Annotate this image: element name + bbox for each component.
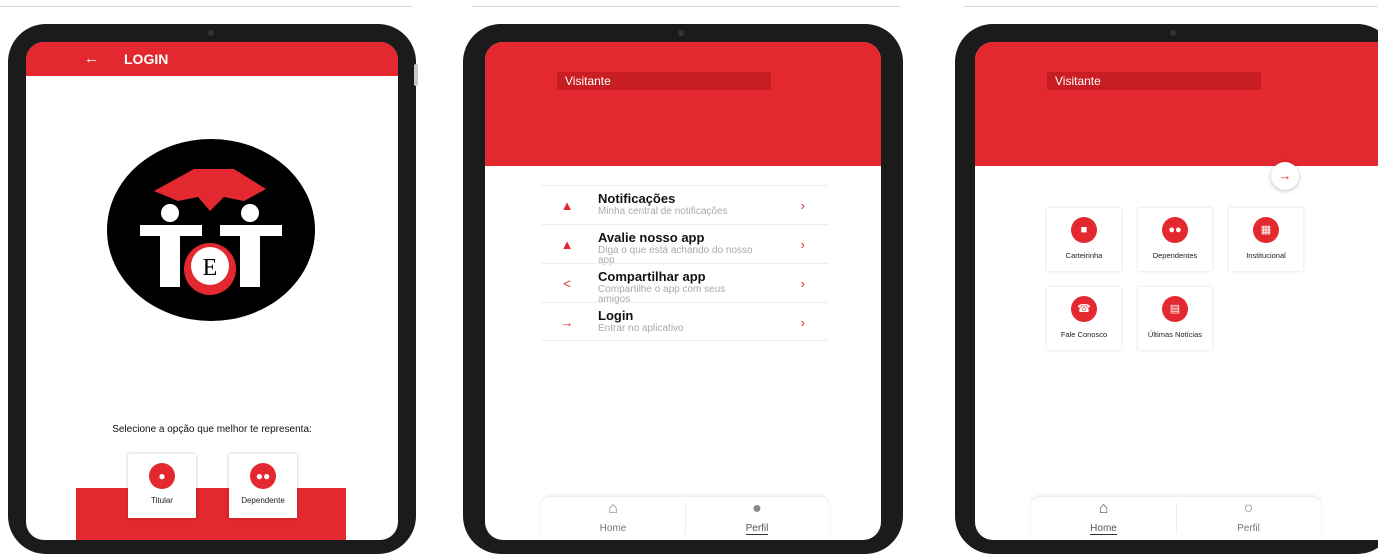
home-icon: ⌂ [608,500,618,517]
profile-screen: Visitante ▲ Notificações Minha central d… [485,42,881,540]
menu-item-title: Login [598,308,634,323]
decorative-band [76,488,346,540]
chevron-right-icon: › [800,237,805,252]
menu-item-title: Compartilhar app [598,269,706,284]
person-icon: ● [752,500,762,517]
tablet-login: ← LOGIN E Selecione a opção que melhor t… [8,24,416,554]
camera [678,30,684,36]
login-screen: ← LOGIN E Selecione a opção que melhor t… [26,42,398,540]
home-icon: ⌂ [1098,500,1109,517]
app-header: ← LOGIN [26,42,398,76]
login-icon: → [560,315,574,330]
menu-item-avalie[interactable]: ▲ Avalie nosso app Diga o que está achan… [541,224,829,266]
logo-letter: E [203,255,218,281]
nav-label: Perfil [1237,523,1260,534]
chevron-right-icon: › [800,315,805,330]
people-icon: ●● [1162,217,1188,243]
arrow-left-icon[interactable]: ← [84,50,99,67]
menu-item-notificacoes[interactable]: ▲ Notificações Minha central de notifica… [541,185,829,224]
person-icon: ○ [1243,500,1254,517]
nav-perfil[interactable]: ○ Perfil [1176,500,1321,536]
share-icon: < [563,276,571,291]
side-button [414,64,418,86]
divider [964,6,1378,7]
menu-item-login[interactable]: → Login Entrar no aplicativo › [541,302,829,341]
nav-home[interactable]: ⌂ Home [1031,500,1176,536]
phone-icon: ☎ [1071,296,1097,322]
divider [472,6,900,7]
home-header: Visitante [975,42,1378,166]
tile-ultimas-noticias[interactable]: ▤ Últimas Notícias [1138,287,1212,350]
visitor-name: Visitante [1047,72,1261,90]
option-titular[interactable]: ● Titular [128,454,196,518]
thumbs-up-icon: ▲ [560,237,574,252]
tile-label: Carteirinha [1065,251,1103,260]
chevron-right-icon: › [800,276,805,291]
login-icon[interactable]: → [1271,162,1299,190]
tile-label: Fale Conosco [1060,330,1108,339]
person-icon: ● [149,463,175,489]
tablet-profile: Visitante ▲ Notificações Minha central d… [463,24,903,554]
tile-label: Últimas Notícias [1147,330,1203,339]
menu-item-title: Notificações [598,191,676,206]
tile-carteirinha[interactable]: ■ Carteirinha [1047,208,1121,271]
menu-item-subtitle: Minha central de notificações [598,206,728,217]
page-title: LOGIN [124,51,169,67]
nav-home[interactable]: ⌂ Home [541,500,685,536]
camera [208,30,214,36]
logo: E [107,139,315,321]
tile-label: Institucional [1246,251,1286,260]
camera [1170,30,1176,36]
option-label: Dependente [241,496,285,505]
tablet-home: Visitante → ■ Carteirinha ●● Dependentes… [955,24,1378,554]
news-icon: ▤ [1162,296,1188,322]
tile-fale-conosco[interactable]: ☎ Fale Conosco [1047,287,1121,350]
bottom-nav: ⌂ Home ● Perfil [541,496,829,540]
option-label: Titular [151,496,173,505]
menu-item-subtitle: Entrar no aplicativo [598,323,684,334]
profile-header: Visitante [485,42,881,166]
people-icon: ●● [250,463,276,489]
card-icon: ■ [1071,217,1097,243]
nav-perfil[interactable]: ● Perfil [685,500,829,536]
building-icon: ▦ [1253,217,1279,243]
bottom-nav: ⌂ Home ○ Perfil [1031,496,1321,540]
tile-dependentes[interactable]: ●● Dependentes [1138,208,1212,271]
nav-label: Perfil [745,523,769,535]
menu-item-compartilhar[interactable]: < Compartilhar app Compartilhe o app com… [541,263,829,305]
nav-label: Home [599,523,627,534]
menu-item-title: Avalie nosso app [598,230,705,245]
nav-label: Home [1090,523,1117,535]
selection-prompt: Selecione a opção que melhor te represen… [112,424,312,435]
chevron-right-icon: › [800,198,805,213]
option-dependente[interactable]: ●● Dependente [229,454,297,518]
profile-menu: ▲ Notificações Minha central de notifica… [541,185,829,341]
divider [0,6,412,7]
tile-institucional[interactable]: ▦ Institucional [1229,208,1303,271]
bell-icon: ▲ [560,198,574,213]
visitor-name: Visitante [557,72,771,90]
home-screen: Visitante → ■ Carteirinha ●● Dependentes… [975,42,1378,540]
tile-label: Dependentes [1152,251,1198,260]
